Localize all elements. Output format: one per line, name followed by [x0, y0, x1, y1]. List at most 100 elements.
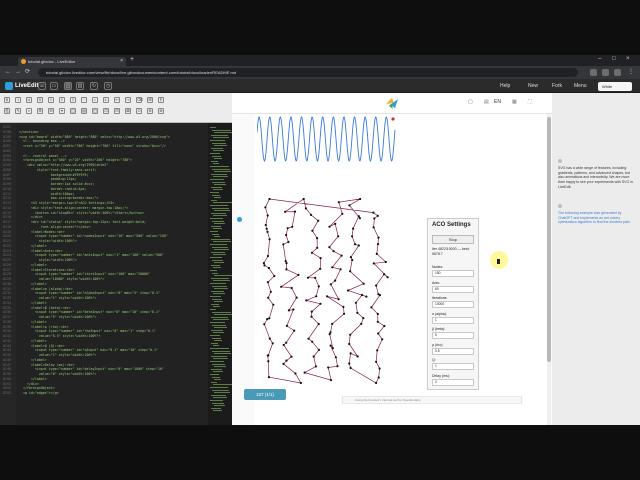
reload-icon[interactable]: ⟳: [25, 69, 30, 76]
tab-close-icon[interactable]: ×: [120, 57, 123, 66]
close-window-button[interactable]: ×: [626, 56, 630, 62]
minimize-button[interactable]: –: [598, 56, 601, 62]
code-area[interactable]: </section> <svg id="board" width="880" he…: [16, 123, 208, 425]
editor-tool-icon[interactable]: ≡: [48, 97, 54, 103]
editor-tool-icon[interactable]: 1.: [103, 97, 109, 103]
page-indicator[interactable]: 157 (1/1): [244, 389, 286, 400]
tour-node: [317, 285, 320, 288]
editor-tool-icon[interactable]: ◫: [70, 108, 76, 114]
setting-input[interactable]: 1: [432, 316, 474, 324]
editor-tool-icon[interactable]: ⊗: [158, 108, 164, 114]
extension-icon[interactable]: [590, 69, 597, 76]
editor-tool-icon[interactable]: ⚙: [37, 108, 43, 114]
bookmark-icon[interactable]: [614, 69, 621, 76]
minimap-line: [214, 301, 223, 303]
minimap-line: [211, 186, 222, 188]
code-editor[interactable]: B I U S ≡ ≡ ≡ “ • 1. ↩ ↪ ⌫ ⊞ ¶ ⎘ ✎ ⌕ ⚙ ☰ ▾ ◫ ▤ ◰ ⊡ ⊟ ⊠ ⊙ ⊕ ⊗ </sectio…: [0, 93, 232, 425]
editor-tool-icon[interactable]: ✎: [15, 108, 21, 114]
code-minimap[interactable]: [208, 123, 232, 425]
editor-tool-icon[interactable]: ↩: [114, 97, 120, 103]
document-icon[interactable]: ▤: [484, 99, 489, 105]
maximize-button[interactable]: □: [612, 56, 616, 62]
columns-icon[interactable]: ▥: [76, 82, 84, 90]
minimap-line: [210, 296, 221, 297]
editor-tool-icon[interactable]: ⌕: [26, 108, 32, 114]
editor-tool-icon[interactable]: ¶: [158, 97, 164, 103]
editor-tool-icon[interactable]: •: [92, 97, 98, 103]
kebab-menu-icon[interactable]: ⋮: [628, 69, 634, 76]
tour-node: [354, 301, 357, 304]
editor-tool-icon[interactable]: ⊡: [103, 108, 109, 114]
stop-button[interactable]: Stop: [432, 235, 474, 244]
editor-tool-icon[interactable]: B: [4, 97, 10, 103]
editor-tool-icon[interactable]: ⊟: [114, 108, 120, 114]
editor-tool-icon[interactable]: I: [15, 97, 21, 103]
tour-node: [264, 206, 267, 209]
setting-input[interactable]: 0.5: [432, 347, 474, 355]
browser-tab[interactable]: tutorial.gltxdox - LiveEditor ×: [18, 57, 126, 66]
theme-button[interactable]: White: [598, 82, 632, 91]
tour-node: [267, 296, 270, 299]
setting-input[interactable]: 5: [432, 332, 474, 339]
fold-marker-icon[interactable]: [237, 217, 242, 222]
editor-tool-icon[interactable]: ⎘: [4, 108, 10, 114]
editor-tool-icon[interactable]: ◰: [92, 108, 98, 114]
tour-node: [319, 302, 322, 305]
minimap-line: [210, 231, 218, 232]
editor-tool-icon[interactable]: ≡: [70, 97, 76, 103]
grid-icon[interactable]: ▦: [512, 99, 517, 105]
tour-node: [266, 214, 269, 217]
tour-node: [282, 343, 285, 347]
forward-arrow-icon[interactable]: →: [15, 69, 21, 76]
editor-tool-icon[interactable]: ↪: [125, 97, 131, 103]
desktop-icon[interactable]: ▭: [50, 82, 58, 90]
editor-tool-icon[interactable]: ▾: [59, 108, 65, 114]
new-button[interactable]: New: [528, 82, 538, 90]
editor-tool-icon[interactable]: U: [26, 97, 32, 103]
new-tab-button[interactable]: +: [130, 56, 134, 63]
editor-tool-icon[interactable]: ☰: [48, 108, 54, 114]
minimap-line: [210, 322, 225, 323]
setting-label: α (alpha):: [432, 311, 447, 316]
setting-input[interactable]: 150: [432, 270, 474, 277]
preview-scroll-thumb[interactable]: [547, 117, 551, 362]
phone-icon[interactable]: ☏: [38, 82, 46, 90]
editor-tool-icon[interactable]: “: [81, 97, 87, 103]
profile-icon[interactable]: [602, 69, 609, 76]
refresh-icon[interactable]: ↻: [90, 82, 98, 90]
editor-tool-icon[interactable]: ⌫: [136, 97, 143, 103]
split-view-icon[interactable]: ◫: [64, 82, 72, 90]
minimap-line: [212, 259, 223, 261]
copy-icon[interactable]: ▢: [468, 99, 473, 105]
editor-tool-icon[interactable]: ▤: [81, 108, 87, 114]
fork-button[interactable]: Fork: [552, 82, 562, 90]
editor-tool-icon[interactable]: S: [37, 97, 43, 103]
minimap-line: [212, 194, 220, 196]
tour-node: [356, 311, 359, 314]
setting-input[interactable]: 60: [432, 285, 474, 293]
minimap-line: [210, 127, 216, 128]
editor-tool-icon[interactable]: ⊠: [125, 108, 131, 114]
setting-input[interactable]: 10000: [432, 301, 474, 308]
minimap-line: [213, 280, 230, 282]
language-button[interactable]: EN: [494, 99, 501, 105]
setting-input[interactable]: 0: [432, 378, 474, 386]
minimap-line: [211, 394, 226, 396]
tour-node: [383, 273, 386, 276]
menu-button[interactable]: Menu: [574, 82, 587, 90]
timer-icon[interactable]: ◷: [104, 82, 112, 90]
setting-input[interactable]: 1: [432, 363, 474, 370]
minimap-line: [212, 142, 226, 144]
fullscreen-icon[interactable]: ⛶: [528, 99, 532, 105]
help-button[interactable]: Help: [500, 82, 510, 90]
tour-node: [315, 295, 318, 298]
editor-tool-icon[interactable]: ≡: [59, 97, 65, 103]
editor-tool-icon[interactable]: ⊞: [147, 97, 153, 103]
url-field[interactable]: tutorial.glbdox.liveditor.com/view/file/…: [38, 68, 578, 77]
tour-node: [285, 359, 288, 362]
editor-tool-icon[interactable]: ⊙: [136, 108, 142, 114]
editor-tool-icon[interactable]: ⊕: [147, 108, 153, 114]
minimap-line: [210, 348, 229, 349]
minimap-line: [210, 270, 217, 271]
back-arrow-icon[interactable]: ←: [5, 69, 11, 76]
